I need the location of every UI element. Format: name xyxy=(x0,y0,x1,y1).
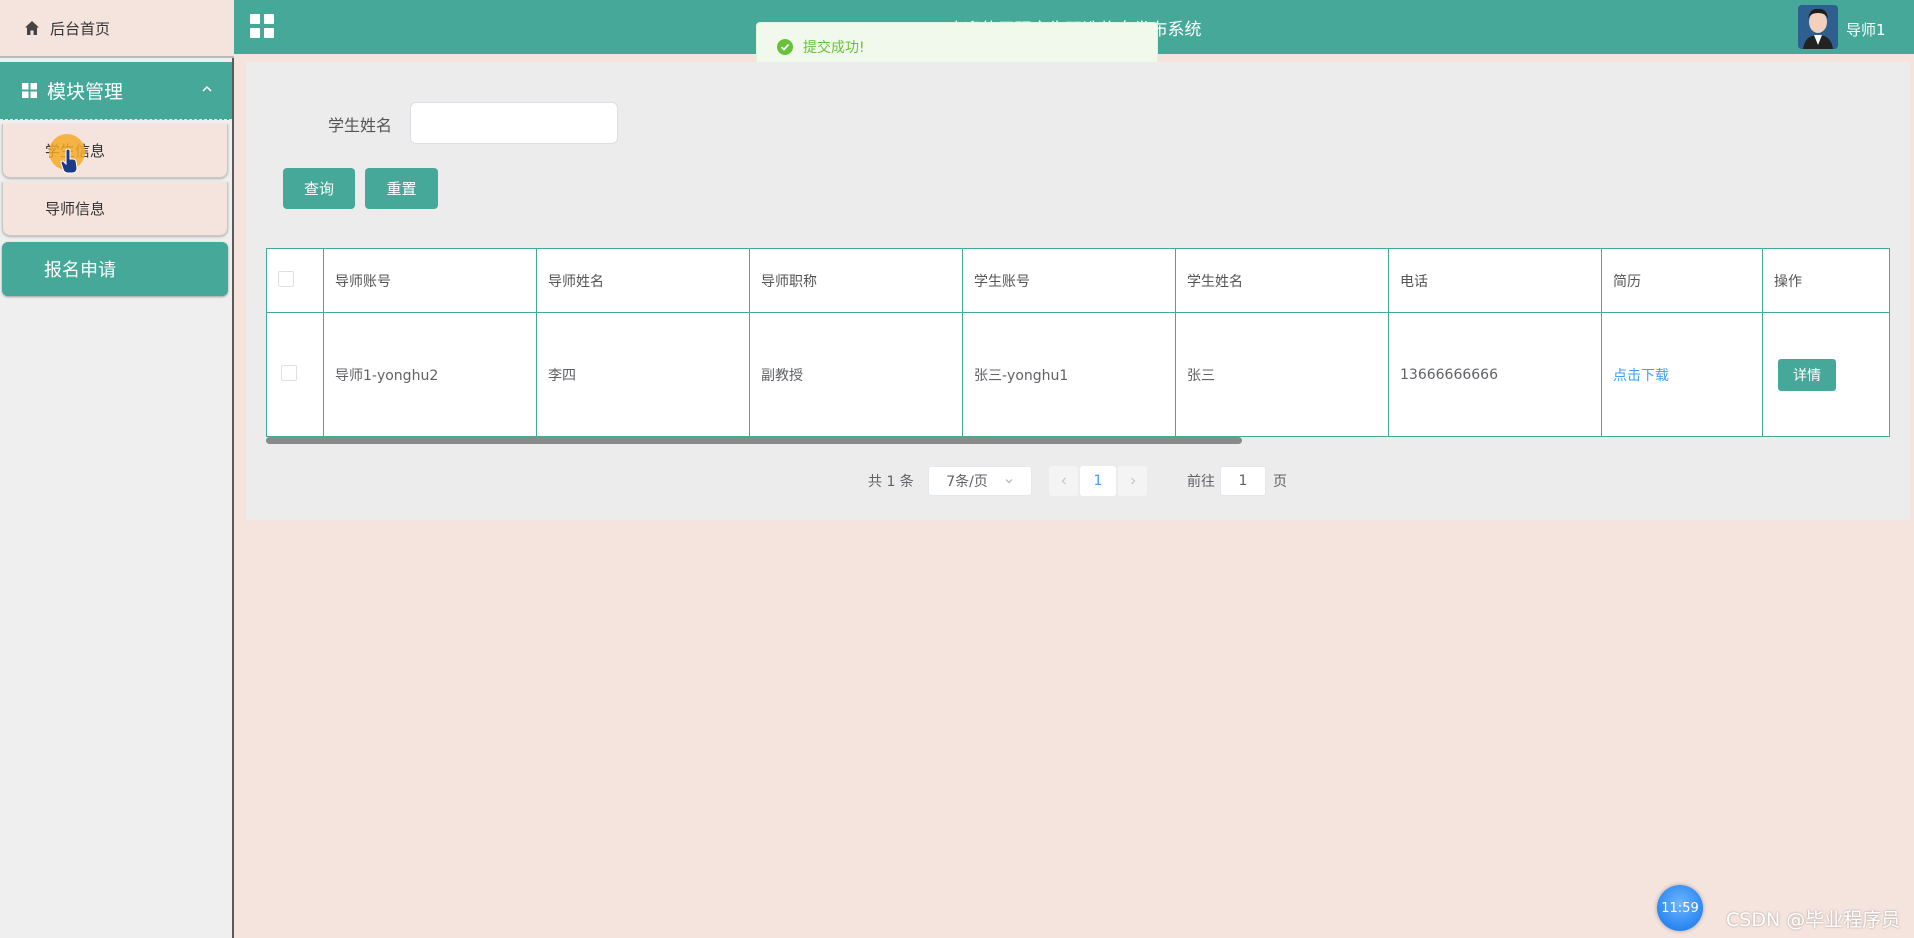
cell-student-account: 张三-yonghu1 xyxy=(962,312,1176,437)
watermark: CSDN @毕业程序员 xyxy=(1726,909,1901,931)
cell-tutor-title: 副教授 xyxy=(749,312,963,437)
success-check-icon xyxy=(777,38,793,55)
username[interactable]: 导师1 xyxy=(1846,19,1886,40)
cell-action: 详情 xyxy=(1762,312,1890,437)
sidebar-item-label: 报名申请 xyxy=(44,260,116,281)
pagination-total: 共 1 条 xyxy=(868,474,914,490)
sidebar-home-label: 后台首页 xyxy=(50,19,111,38)
reset-button[interactable]: 重置 xyxy=(365,168,438,209)
column-header: 学生姓名 xyxy=(1175,248,1389,313)
goto-suffix: 页 xyxy=(1273,474,1287,490)
sidebar-item-student-info[interactable]: 学生信息 xyxy=(2,124,228,178)
page-size-value: 7条/页 xyxy=(946,474,988,490)
goto-prefix: 前往 xyxy=(1187,474,1215,490)
next-page-button[interactable] xyxy=(1118,466,1147,496)
main-panel: 学生姓名 查询 重置 导师账号 导师姓名 导师职称 学生账号 学生姓名 电话 简… xyxy=(246,62,1910,520)
sidebar-module-toggle[interactable]: 模块管理 xyxy=(0,62,232,120)
hand-cursor-icon xyxy=(60,148,78,174)
column-header: 导师职称 xyxy=(749,248,963,313)
column-header: 简历 xyxy=(1601,248,1763,313)
column-header: 导师姓名 xyxy=(536,248,750,313)
data-table: 导师账号 导师姓名 导师职称 学生账号 学生姓名 电话 简历 操作 导师1-yo… xyxy=(266,248,1890,437)
row-checkbox[interactable] xyxy=(281,364,297,381)
prev-page-button[interactable] xyxy=(1049,466,1078,496)
search-label: 学生姓名 xyxy=(328,116,393,135)
column-header: 电话 xyxy=(1388,248,1602,313)
table-row: 导师1-yonghu2 李四 副教授 张三-yonghu1 张三 1366666… xyxy=(266,312,1890,437)
chevron-up-icon xyxy=(202,85,212,92)
cell-tutor-name: 李四 xyxy=(536,312,750,437)
cell-resume: 点击下载 xyxy=(1601,312,1763,437)
sidebar-item-application[interactable]: 报名申请 xyxy=(2,242,228,296)
select-all-cell xyxy=(266,248,324,313)
cell-phone: 13666666666 xyxy=(1388,312,1602,437)
select-all-checkbox[interactable] xyxy=(278,270,294,287)
goto-page-input[interactable]: 1 xyxy=(1220,466,1266,496)
query-button[interactable]: 查询 xyxy=(283,168,355,209)
home-icon xyxy=(25,21,39,35)
table-horizontal-scrollbar[interactable] xyxy=(266,437,1242,444)
detail-button[interactable]: 详情 xyxy=(1778,358,1836,391)
row-select-cell xyxy=(266,312,324,437)
sidebar-item-home[interactable]: 后台首页 xyxy=(0,0,234,58)
avatar[interactable] xyxy=(1798,5,1838,49)
page-number-current[interactable]: 1 xyxy=(1080,466,1116,496)
clock-widget: 11:59 xyxy=(1657,885,1703,931)
sidebar-item-label: 导师信息 xyxy=(45,200,106,218)
toast-message: 提交成功! xyxy=(803,39,865,56)
student-name-input[interactable] xyxy=(410,102,618,144)
table-header-row: 导师账号 导师姓名 导师职称 学生账号 学生姓名 电话 简历 操作 xyxy=(266,248,1890,313)
avatar-image xyxy=(1798,5,1838,49)
resume-download-link[interactable]: 点击下载 xyxy=(1613,368,1669,384)
chevron-right-icon xyxy=(1130,477,1135,485)
cell-student-name: 张三 xyxy=(1175,312,1389,437)
cell-tutor-account: 导师1-yonghu2 xyxy=(323,312,537,437)
column-header: 操作 xyxy=(1762,248,1890,313)
sidebar-module-label: 模块管理 xyxy=(47,81,124,103)
column-header: 导师账号 xyxy=(323,248,537,313)
page-size-select[interactable]: 7条/页 xyxy=(928,466,1032,496)
sidebar-item-tutor-info[interactable]: 导师信息 xyxy=(2,182,228,236)
chevron-down-icon xyxy=(1005,479,1013,484)
sidebar: 后台首页 模块管理 学生信息 导师信息 报名申请 xyxy=(0,0,234,938)
chevron-left-icon xyxy=(1061,477,1066,485)
column-header: 学生账号 xyxy=(962,248,1176,313)
data-table-container: 导师账号 导师姓名 导师职称 学生账号 学生姓名 电话 简历 操作 导师1-yo… xyxy=(266,248,1890,438)
grid-icon xyxy=(22,83,37,98)
